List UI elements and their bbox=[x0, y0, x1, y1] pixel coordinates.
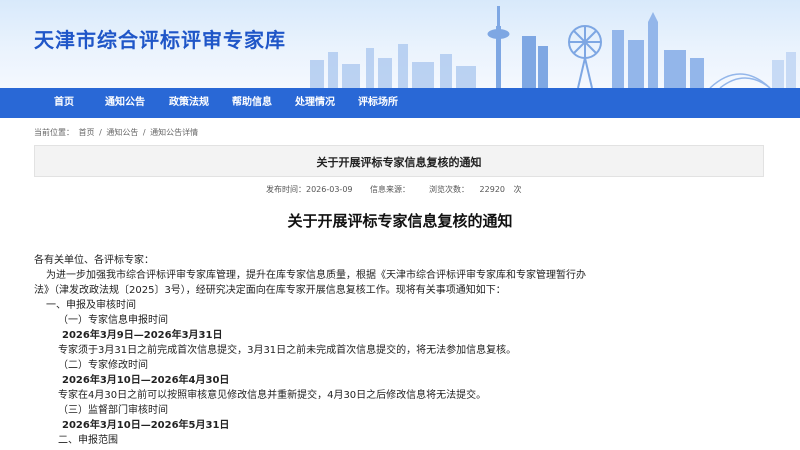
view-count-unit: 次 bbox=[513, 185, 522, 194]
city-skyline-illustration bbox=[310, 6, 796, 88]
article-paragraph: 法》（津发改政法规〔2025〕3号），经研究决定面向在库专家开展信息复核工作。现… bbox=[34, 285, 506, 296]
nav-item-notices[interactable]: 通知公告 bbox=[105, 88, 145, 118]
notice-title-box: 关于开展评标专家信息复核的通知 bbox=[34, 145, 764, 177]
publish-time-value: 2026-03-09 bbox=[306, 185, 353, 194]
article-date-range: 2026年3月10日—2026年5月31日 bbox=[62, 420, 230, 431]
main-navigation: 首页 通知公告 政策法规 帮助信息 处理情况 评标场所 bbox=[0, 88, 800, 118]
site-title: 天津市综合评标评审专家库 bbox=[34, 28, 286, 52]
breadcrumb-label: 当前位置： bbox=[34, 128, 74, 137]
article-paragraph: 专家须于3月31日之前完成首次信息提交，3月31日之前未完成首次信息提交的，将无… bbox=[58, 345, 517, 356]
nav-item-policies[interactable]: 政策法规 bbox=[169, 88, 209, 118]
article-date-range: 2026年3月9日—2026年3月31日 bbox=[62, 330, 223, 341]
nav-item-home[interactable]: 首页 bbox=[54, 88, 74, 118]
breadcrumb: 当前位置： 首页 / 通知公告 / 通知公告详情 bbox=[34, 127, 200, 138]
info-source: 信息来源： bbox=[370, 184, 410, 195]
article-subheading: （二）专家修改时间 bbox=[58, 360, 148, 371]
article-date-range: 2026年3月10日—2026年4月30日 bbox=[62, 375, 230, 386]
header-banner: 天津市综合评标评审专家库 bbox=[0, 0, 800, 88]
article-heading: 二、申报范围 bbox=[58, 435, 118, 446]
article-heading: 一、申报及审核时间 bbox=[46, 300, 136, 311]
article-paragraph: 为进一步加强我市综合评标评审专家库管理，提升在库专家信息质量，根据《天津市综合评… bbox=[46, 270, 586, 281]
article-subheading: （一）专家信息申报时间 bbox=[58, 315, 168, 326]
publish-time: 发布时间：2026-03-09 bbox=[266, 184, 353, 195]
nav-item-handling[interactable]: 处理情况 bbox=[295, 88, 335, 118]
nav-item-venues[interactable]: 评标场所 bbox=[358, 88, 398, 118]
breadcrumb-separator: / bbox=[142, 128, 146, 137]
article-paragraph: 专家在4月30日之前可以按照审核意见修改信息并重新提交，4月30日之后修改信息将… bbox=[58, 390, 487, 401]
view-count-value: 22920 bbox=[479, 185, 505, 194]
article-greeting: 各有关单位、各评标专家： bbox=[34, 255, 154, 266]
breadcrumb-link-notices[interactable]: 通知公告 bbox=[106, 128, 138, 137]
breadcrumb-separator: / bbox=[99, 128, 102, 137]
info-source-label: 信息来源： bbox=[370, 185, 410, 194]
nav-item-help[interactable]: 帮助信息 bbox=[232, 88, 272, 118]
breadcrumb-link-home[interactable]: 首页 bbox=[79, 128, 95, 137]
notice-title: 关于开展评标专家信息复核的通知 bbox=[316, 156, 482, 169]
view-count-label: 浏览次数： bbox=[429, 185, 469, 194]
article-subheading: （三）监督部门审核时间 bbox=[58, 405, 168, 416]
view-count: 浏览次数： 22920 次 bbox=[429, 184, 522, 195]
breadcrumb-current: 通知公告详情 bbox=[150, 128, 199, 137]
publish-time-label: 发布时间： bbox=[266, 185, 306, 194]
article-title: 关于开展评标专家信息复核的通知 bbox=[287, 212, 513, 230]
